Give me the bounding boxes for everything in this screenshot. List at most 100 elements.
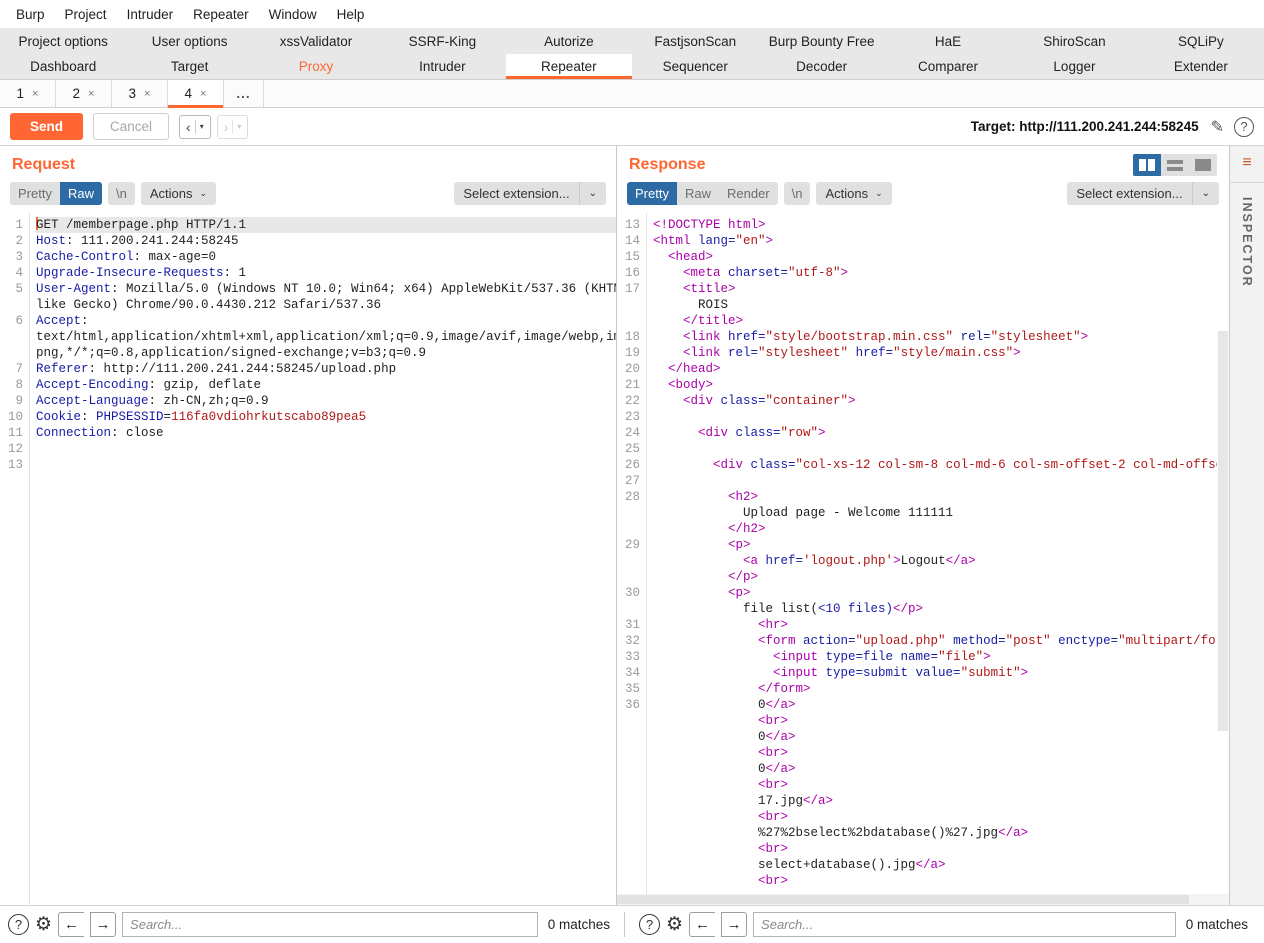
search-prev-button[interactable]: ← [58,912,85,937]
ext-tab-sqlipy[interactable]: SQLiPy [1138,28,1264,54]
search-prev-button[interactable]: ← [689,912,716,937]
menu-item-window[interactable]: Window [259,4,327,25]
request-newline-button[interactable]: \n [107,182,135,205]
history-forward-button[interactable]: › ▾ [216,114,249,139]
response-search-input[interactable] [753,912,1176,937]
request-extension-select[interactable]: Select extension... ⌄ [454,182,606,205]
request-editor[interactable]: 12345 6 7 8 9 10 11 12 13 GET /memberpage.php … [0,213,616,905]
ext-tab-project-options[interactable]: Project options [0,28,126,54]
gear-icon[interactable]: ⚙ [35,915,52,934]
code-line: <input type=submit value="submit"> [653,665,1229,681]
response-editor[interactable]: 13 14 15 16 17 18 19 20 21 22 23 24 25 26 27 28 29 30 … [617,213,1229,894]
tab-intruder[interactable]: Intruder [379,54,505,79]
tab-decoder[interactable]: Decoder [758,54,884,79]
line-number: 14 [624,234,640,248]
close-icon[interactable]: × [200,88,206,100]
menu-bar: Burp Project Intruder Repeater Window Help [0,0,1264,28]
response-mode-pretty[interactable]: Pretty [627,182,677,205]
history-back-button[interactable]: ‹ ▾ [179,114,211,139]
tab-comparer[interactable]: Comparer [885,54,1011,79]
response-mode-render[interactable]: Render [718,182,778,205]
menu-item-burp[interactable]: Burp [6,4,55,25]
repeater-tab-4[interactable]: 4 × [168,80,224,108]
ext-tab-fastjsonscan[interactable]: FastjsonScan [632,28,758,54]
code-token: <br> [653,714,789,728]
code-token: lang= [698,234,736,248]
search-next-button[interactable]: → [90,912,117,937]
ext-tab-user-options[interactable]: User options [126,28,252,54]
help-icon[interactable]: ? [1234,116,1254,137]
scrollbar-thumb[interactable] [1218,331,1228,731]
request-mode-pretty[interactable]: Pretty [10,182,60,205]
request-mode-raw[interactable]: Raw [59,182,102,205]
code-token: Logout [900,554,946,568]
menu-item-intruder[interactable]: Intruder [117,4,184,25]
code-token: action= [803,634,856,648]
response-newline-button[interactable]: \n [783,182,811,205]
tab-proxy[interactable]: Proxy [253,54,379,79]
menu-item-repeater[interactable]: Repeater [183,4,259,25]
help-icon[interactable]: ? [639,914,660,935]
repeater-tab-3[interactable]: 3 × [112,80,168,107]
ext-tab-autorize[interactable]: Autorize [506,28,632,54]
repeater-tab-2[interactable]: 2 × [56,80,112,107]
menu-item-project[interactable]: Project [55,4,117,25]
code-token: </p> [653,570,759,584]
code-token: </h2> [653,522,766,536]
code-line: <html lang="en"> [653,233,1229,249]
layout-split-horizontal-button[interactable] [1161,154,1189,176]
layout-single-button[interactable] [1189,154,1217,176]
inspector-rail[interactable]: ≡ INSPECTOR [1229,146,1264,905]
close-icon[interactable]: × [144,88,150,100]
ext-tab-burp-bounty-free[interactable]: Burp Bounty Free [758,28,884,54]
code-token: "row" [780,426,819,440]
tab-target[interactable]: Target [126,54,252,79]
line-number: 11 [7,426,23,440]
tab-extender[interactable]: Extender [1138,54,1264,79]
cancel-button[interactable]: Cancel [93,113,170,140]
gear-icon[interactable]: ⚙ [666,915,683,934]
send-button[interactable]: Send [10,113,84,140]
inspector-toggle-icon[interactable]: ≡ [1242,154,1251,172]
close-icon[interactable]: × [88,88,94,100]
ext-tab-hae[interactable]: HaE [885,28,1011,54]
code-line: <input type=file name="file"> [653,649,1229,665]
search-next-button[interactable]: → [721,912,748,937]
request-code[interactable]: GET /memberpage.php HTTP/1.1 Host: 111.20… [30,213,616,905]
response-actions-button[interactable]: Actions ⌄ [816,182,892,205]
line-number [623,793,640,809]
response-mode-raw[interactable]: Raw [676,182,719,205]
layout-split-vertical-button[interactable] [1133,154,1161,176]
ext-tab-xssvalidator[interactable]: xssValidator [253,28,379,54]
code-line: <h2> [653,489,1229,505]
line-number: 29 [624,538,640,552]
code-line: select+database().jpg</a> [653,857,1229,873]
code-token: <head> [653,250,714,264]
request-actions-button[interactable]: Actions ⌄ [140,182,217,205]
close-icon[interactable]: × [32,88,38,100]
response-horizontal-scrollbar[interactable] [617,894,1229,905]
tab-dashboard[interactable]: Dashboard [0,54,126,79]
code-token: enctype= [1058,634,1119,648]
response-code[interactable]: <!DOCTYPE html> <html lang="en"> <head> <… [647,213,1229,894]
response-vertical-scrollbar[interactable] [1217,213,1229,894]
line-number: 2 [15,234,23,248]
help-icon[interactable]: ? [8,914,29,935]
response-extension-select[interactable]: Select extension... ⌄ [1067,182,1219,205]
code-line: </head> [653,361,1229,377]
code-line: png,*/*;q=0.8,application/signed-exchang… [36,345,616,361]
tab-sequencer[interactable]: Sequencer [632,54,758,79]
repeater-tab-overflow[interactable]: ... [224,80,264,107]
code-token: > [1080,330,1089,344]
scrollbar-thumb[interactable] [617,895,1189,904]
repeater-tab-1[interactable]: 1 × [0,80,56,107]
tab-repeater[interactable]: Repeater [505,54,633,79]
request-search-input[interactable] [122,912,538,937]
line-number [6,345,23,361]
tab-logger[interactable]: Logger [1011,54,1137,79]
code-token: Cache-Control [36,250,134,264]
ext-tab-shiroscan[interactable]: ShiroScan [1011,28,1137,54]
menu-item-help[interactable]: Help [327,4,375,25]
pencil-icon[interactable]: ✎ [1211,117,1224,137]
ext-tab-ssrf-king[interactable]: SSRF-King [379,28,505,54]
